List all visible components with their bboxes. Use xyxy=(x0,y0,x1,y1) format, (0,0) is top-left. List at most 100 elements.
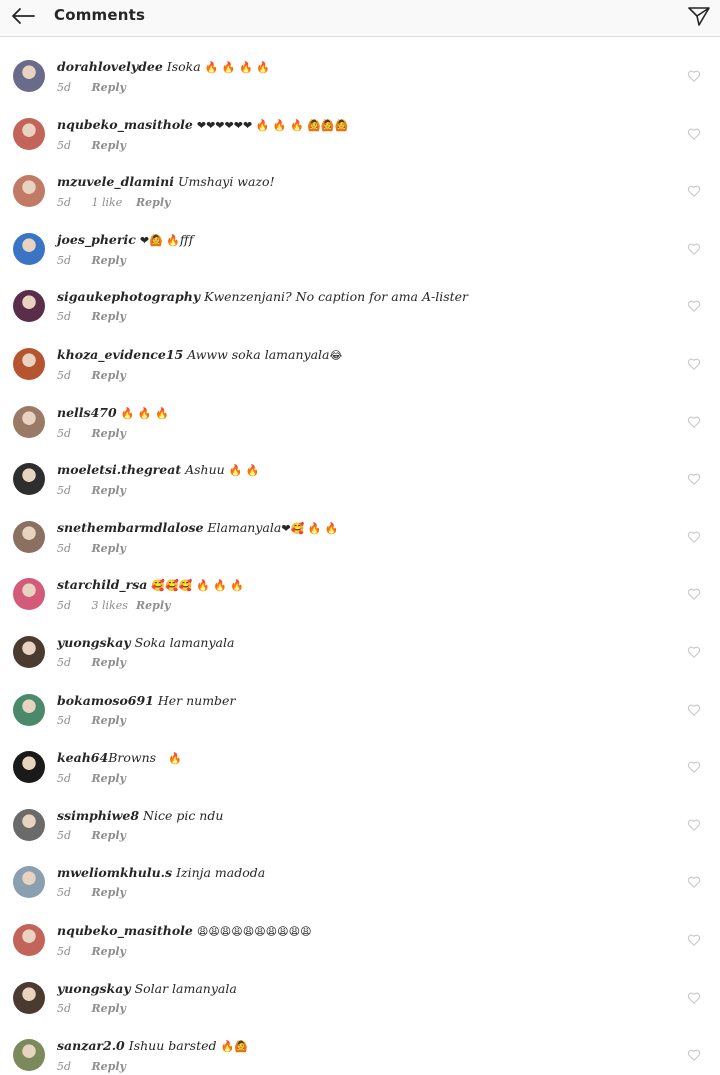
comment-text: fff xyxy=(179,231,194,247)
comment-time: 5d xyxy=(57,655,72,669)
username-link[interactable]: moeletsi.thegreat xyxy=(57,462,181,477)
heart-icon[interactable] xyxy=(687,991,701,1005)
back-button[interactable] xyxy=(8,2,38,30)
heart-icon[interactable] xyxy=(687,357,701,371)
comment-time: 5d xyxy=(57,310,72,324)
avatar[interactable] xyxy=(13,693,45,726)
avatar[interactable] xyxy=(13,751,45,784)
avatar[interactable] xyxy=(13,808,45,841)
reply-button[interactable]: Reply xyxy=(92,484,126,497)
comment-time: 5d xyxy=(57,772,72,786)
reply-button[interactable]: Reply xyxy=(92,656,126,669)
comment-item: moeletsi.thegreat Ashuu 🔥 🔥 5d Reply xyxy=(0,441,720,499)
avatar[interactable] xyxy=(13,405,45,438)
avatar[interactable] xyxy=(13,635,45,668)
username-link[interactable]: dorahlovelydee xyxy=(57,59,163,74)
avatar[interactable] xyxy=(13,290,45,323)
reply-button[interactable]: Reply xyxy=(92,254,126,267)
reply-button[interactable]: Reply xyxy=(92,1060,126,1073)
username-link[interactable]: starchild_rsa xyxy=(57,577,147,592)
username-link[interactable]: yuongskay xyxy=(57,635,131,650)
reply-button[interactable]: Reply xyxy=(92,369,126,382)
comment-emoji: 🔥 xyxy=(167,752,182,766)
comment-body: mzuvele_dlamini Umshayi wazo! 5d 1 like … xyxy=(57,174,670,209)
comments-list: dorahlovelydee Isoka 🔥 🔥 🔥 🔥 5d Reply nq… xyxy=(0,38,720,1075)
heart-icon[interactable] xyxy=(687,760,701,774)
reply-button[interactable]: Reply xyxy=(92,310,126,323)
username-link[interactable]: mweliomkhulu.s xyxy=(57,865,172,880)
avatar[interactable] xyxy=(13,923,45,956)
heart-icon[interactable] xyxy=(687,645,701,659)
reply-button[interactable]: Reply xyxy=(92,772,126,785)
avatar[interactable] xyxy=(13,578,45,611)
comment-item: mweliomkhulu.s Izinja madoda 5d Reply xyxy=(0,844,720,902)
comment-text: Elamanyala xyxy=(207,519,282,535)
share-button[interactable] xyxy=(684,2,714,30)
heart-icon[interactable] xyxy=(687,242,701,256)
paper-plane-icon xyxy=(688,7,710,26)
avatar[interactable] xyxy=(13,981,45,1014)
avatar[interactable] xyxy=(13,463,45,496)
heart-icon[interactable] xyxy=(687,875,701,889)
avatar[interactable] xyxy=(13,520,45,553)
reply-button[interactable]: Reply xyxy=(92,542,126,555)
back-arrow-icon xyxy=(12,8,35,24)
reply-button[interactable]: Reply xyxy=(92,1002,126,1015)
heart-icon[interactable] xyxy=(687,703,701,717)
heart-icon[interactable] xyxy=(687,472,701,486)
reply-button[interactable]: Reply xyxy=(92,886,126,899)
username-link[interactable]: mzuvele_dlamini xyxy=(57,174,174,189)
username-link[interactable]: nells470 xyxy=(57,405,117,420)
heart-icon[interactable] xyxy=(687,415,701,429)
avatar[interactable] xyxy=(13,1039,45,1072)
comment-item: yuongskay Solar lamanyala 5d Reply xyxy=(0,960,720,1018)
comment-time: 5d xyxy=(57,196,72,210)
username-link[interactable]: nqubeko_masithole xyxy=(57,923,193,938)
heart-icon[interactable] xyxy=(687,818,701,832)
comment-time: 5d xyxy=(57,886,72,900)
reply-button[interactable]: Reply xyxy=(92,139,126,152)
reply-button[interactable]: Reply xyxy=(92,945,126,958)
reply-button[interactable]: Reply xyxy=(136,599,170,612)
comment-emoji: 🔥 🔥 🔥 🔥 xyxy=(204,61,270,74)
heart-icon[interactable] xyxy=(687,530,701,544)
reply-button[interactable]: Reply xyxy=(92,81,126,94)
reply-button[interactable]: Reply xyxy=(92,427,126,440)
heart-icon[interactable] xyxy=(687,69,701,83)
reply-button[interactable]: Reply xyxy=(136,196,170,209)
comment-emoji: 😩😩😩😩😩😩😩😩😩😩 xyxy=(196,924,312,938)
comment-text: Awww soka lamanyala xyxy=(187,346,330,362)
likes-count[interactable]: 1 like xyxy=(92,196,133,209)
reply-button[interactable]: Reply xyxy=(92,829,126,842)
heart-icon[interactable] xyxy=(687,587,701,601)
avatar[interactable] xyxy=(13,866,45,899)
likes-count[interactable]: 3 likes xyxy=(92,599,133,612)
comment-body: joes_pheric ❤🙆 🔥fff 5d Reply xyxy=(57,232,670,267)
username-link[interactable]: bokamoso691 xyxy=(57,693,154,708)
heart-icon[interactable] xyxy=(687,184,701,198)
username-link[interactable]: sanzar2.0 xyxy=(57,1038,125,1053)
heart-icon[interactable] xyxy=(687,933,701,947)
avatar[interactable] xyxy=(13,175,45,208)
username-link[interactable]: joes_pheric xyxy=(57,232,136,247)
username-link[interactable]: sigaukephotography xyxy=(57,289,200,304)
reply-button[interactable]: Reply xyxy=(92,714,126,727)
heart-icon[interactable] xyxy=(687,127,701,141)
username-link[interactable]: khoza_evidence15 xyxy=(57,347,183,362)
avatar[interactable] xyxy=(13,117,45,150)
comment-body: sanzar2.0 Ishuu barsted 🔥🙆 5d Reply xyxy=(57,1038,670,1073)
avatar[interactable] xyxy=(13,60,45,92)
heart-icon[interactable] xyxy=(687,1048,701,1062)
username-link[interactable]: ssimphiwe8 xyxy=(57,808,139,823)
comment-text: Nice pic ndu xyxy=(143,807,224,823)
username-link[interactable]: nqubeko_masithole xyxy=(57,117,193,132)
heart-icon[interactable] xyxy=(687,299,701,313)
comment-text: Umshayi wazo! xyxy=(177,174,275,190)
comment-item: joes_pheric ❤🙆 🔥fff 5d Reply xyxy=(0,211,720,269)
username-link[interactable]: keah64 xyxy=(57,750,108,765)
username-link[interactable]: snethembarmdlalose xyxy=(57,520,203,535)
username-link[interactable]: yuongskay xyxy=(57,981,131,996)
avatar[interactable] xyxy=(13,232,45,265)
avatar[interactable] xyxy=(13,347,45,380)
comment-time: 5d xyxy=(57,368,72,382)
